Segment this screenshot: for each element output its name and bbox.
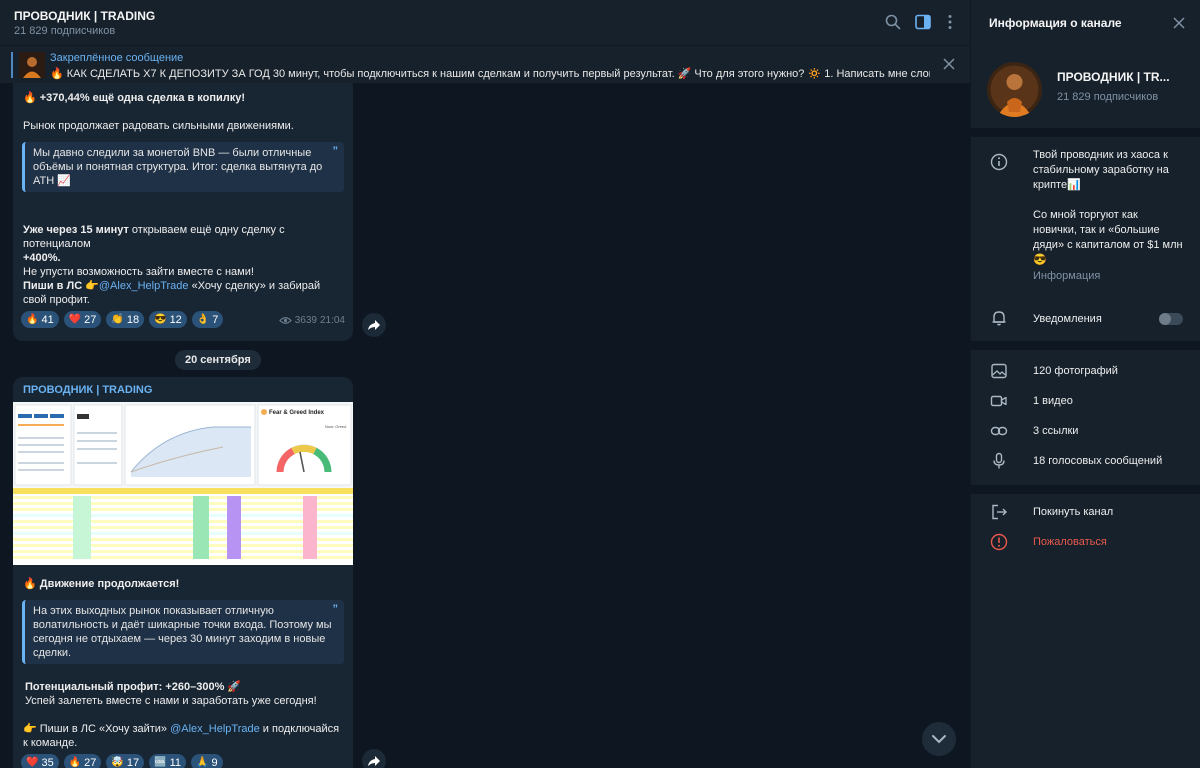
message-quote: На этих выходных рынок показывает отличн… (22, 600, 344, 664)
text-plain: Не упусти возможность зайти вместе с нам… (23, 266, 254, 278)
quote-text: Мы давно следили за монетой BNB — были о… (33, 147, 323, 187)
share-button[interactable] (362, 749, 386, 768)
close-pinned-icon[interactable] (942, 57, 956, 71)
mention-link[interactable]: @Alex_HelpTrade (99, 280, 189, 292)
message-text: Уже через 15 минут открываем ещё одну сд… (23, 223, 348, 279)
message-bubble[interactable]: ПРОВОДНИК | TRADING Fear & Greed Index N… (13, 377, 353, 768)
message-quote: Мы давно следили за монетой BNB — были о… (22, 142, 344, 192)
search-icon[interactable] (884, 13, 902, 31)
quote-icon: ” (332, 145, 339, 157)
views-count: 3639 (294, 315, 317, 326)
divider (971, 128, 1200, 137)
description-caption: Информация (1033, 270, 1101, 282)
reaction-chip[interactable]: 😎 12 (149, 311, 187, 328)
channel-title[interactable]: ПРОВОДНИК | TRADING (14, 9, 155, 23)
divider (971, 341, 1200, 350)
media-photos[interactable]: 120 фотографий (1033, 364, 1118, 379)
bell-icon (992, 311, 1006, 326)
description-line: Со мной торгуют как новички, так и «боль… (1033, 209, 1183, 266)
sidebar-toggle-icon[interactable] (914, 13, 932, 31)
pinned-label: Закреплённое сообщение (50, 52, 184, 64)
reaction-chip[interactable]: 🔥 27 (63, 754, 102, 768)
mention-link[interactable]: @Alex_HelpTrade (170, 723, 260, 735)
reaction-chip[interactable]: 👏 18 (106, 311, 145, 328)
message-text: Пиши в ЛС 👉@Alex_HelpTrade «Хочу сделку»… (23, 279, 343, 307)
channel-name: ПРОВОДНИК | TR... (1057, 70, 1170, 84)
reaction-chip[interactable]: ❤️ 35 (21, 754, 59, 768)
message-time: 21:04 (319, 315, 345, 326)
channel-description: Твой проводник из хаоса к стабильному за… (1033, 148, 1183, 268)
message-headline: 🔥 +370,44% ещё одна сделка в копилку! (23, 92, 246, 104)
views-icon (278, 317, 292, 324)
pinned-text: 🔥 КАК СДЕЛАТЬ Х7 К ДЕПОЗИТУ ЗА ГОД 30 ми… (50, 68, 930, 80)
video-icon (990, 395, 1007, 407)
message-text: Рынок продолжает радовать сильными движе… (23, 120, 294, 132)
text-bold: Уже через 15 минут (23, 224, 129, 236)
reaction-chip[interactable]: ❤️ 27 (63, 311, 102, 328)
message-image[interactable]: Fear & Greed Index Now: Greed (13, 402, 353, 565)
reactions-row: ❤️ 35 🔥 27 🤯 17 🆒 11 🙏 9 (21, 754, 223, 768)
report-icon (990, 533, 1008, 551)
panel-heading: Fear & Greed Index (269, 410, 325, 416)
reactions-row: 🔥 41 ❤️ 27 👏 18 😎 12 👌 7 (21, 311, 224, 328)
panel-now: Now: Greed (325, 424, 346, 429)
microphone-icon (993, 452, 1005, 469)
notifications-toggle[interactable] (1159, 313, 1183, 325)
media-videos[interactable]: 1 видео (1033, 394, 1073, 409)
share-button[interactable] (362, 313, 386, 337)
more-menu-icon[interactable] (941, 13, 959, 31)
quote-icon: ” (332, 603, 339, 615)
reaction-chip[interactable]: 🆒 11 (149, 754, 186, 768)
text-plain: 👉 Пиши в ЛС «Хочу зайти» (23, 723, 171, 735)
share-icon (368, 756, 380, 766)
info-panel-title: Информация о канале (989, 16, 1122, 30)
channel-info-panel: Информация о канале ПРОВОДНИК | TR... 21… (970, 0, 1200, 768)
close-icon[interactable] (1172, 16, 1186, 30)
pinned-message-bar[interactable]: Закреплённое сообщение 🔥 КАК СДЕЛАТЬ Х7 … (0, 45, 970, 83)
toggle-knob (1159, 313, 1171, 325)
pinned-thumbnail (19, 52, 45, 78)
trading-dashboard-image: Fear & Greed Index Now: Greed (13, 402, 353, 565)
chevron-down-icon (932, 735, 946, 744)
reaction-chip[interactable]: 🔥 41 (21, 311, 59, 328)
media-voice[interactable]: 18 голосовых сообщений (1033, 454, 1162, 469)
chat-header[interactable]: ПРОВОДНИК | TRADING 21 829 подписчиков (0, 0, 970, 45)
channel-subscribers: 21 829 подписчиков (1057, 91, 1159, 103)
notifications-label: Уведомления (1033, 313, 1102, 325)
info-icon (990, 153, 1008, 171)
channel-avatar[interactable] (987, 62, 1042, 117)
link-icon (990, 426, 1008, 436)
channel-subscribers: 21 829 подписчиков (14, 25, 116, 37)
date-divider: 20 сентября (175, 350, 261, 370)
message-headline: 🔥 Движение продолжается! (23, 578, 180, 590)
message-text: Потенциальный профит: +260–300% 🚀 (25, 681, 242, 693)
scroll-down-button[interactable] (922, 722, 956, 756)
report-button[interactable]: Пожаловаться (1033, 535, 1107, 550)
media-links[interactable]: 3 ссылки (1033, 424, 1078, 439)
message-bubble[interactable]: 🔥 +370,44% ещё одна сделка в копилку! Ры… (13, 83, 353, 341)
reaction-chip[interactable]: 👌 7 (191, 311, 224, 328)
message-text: 👉 Пиши в ЛС «Хочу зайти» @Alex_HelpTrade… (23, 722, 343, 750)
divider (971, 485, 1200, 494)
description-line: Твой проводник из хаоса к стабильному за… (1033, 149, 1169, 191)
photo-icon (991, 363, 1007, 379)
share-icon (368, 320, 380, 330)
text-bold: Пиши в ЛС 👉 (23, 280, 99, 292)
message-author[interactable]: ПРОВОДНИК | TRADING (23, 384, 152, 396)
message-meta: 3639 21:04 (278, 315, 345, 326)
reaction-chip[interactable]: 🙏 9 (190, 754, 223, 768)
text-bold: +400%. (23, 252, 61, 264)
pinned-indicator (11, 52, 13, 78)
leave-icon (992, 504, 1007, 520)
chat-area: ПРОВОДНИК | TRADING 21 829 подписчиков З… (0, 0, 970, 768)
leave-channel-button[interactable]: Покинуть канал (1033, 505, 1113, 520)
quote-text: На этих выходных рынок показывает отличн… (33, 605, 332, 659)
reaction-chip[interactable]: 🤯 17 (106, 754, 145, 768)
message-list[interactable]: 🔥 +370,44% ещё одна сделка в копилку! Ры… (0, 83, 970, 768)
message-text: Успей залететь вместе с нами и заработат… (25, 695, 317, 707)
